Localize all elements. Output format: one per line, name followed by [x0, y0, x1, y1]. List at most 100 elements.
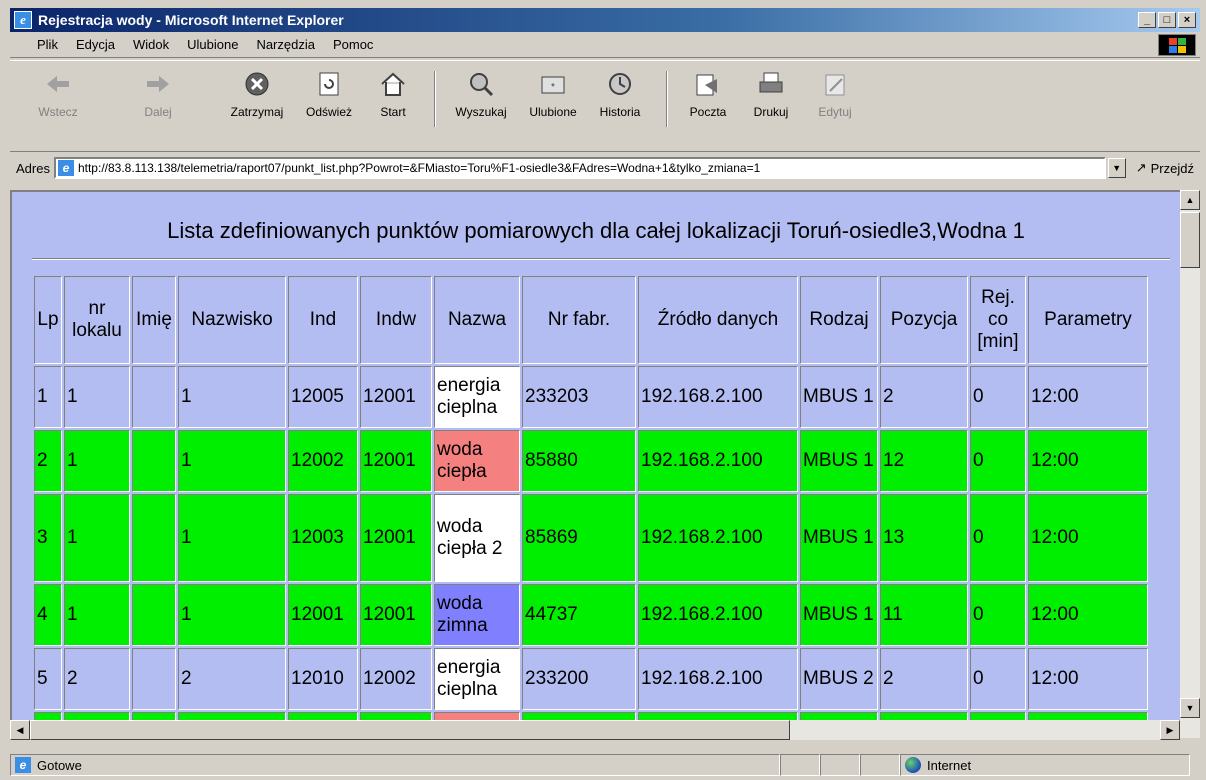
cell-imie	[132, 584, 176, 646]
go-button[interactable]: ↗ Przejdź	[1136, 160, 1194, 176]
stop-label: Zatrzymaj	[230, 105, 284, 119]
horizontal-scroll-thumb[interactable]	[30, 720, 790, 740]
mail-icon	[696, 74, 717, 96]
col-nazwisko: Nazwisko	[178, 276, 286, 364]
cell-nazwisko: 1	[178, 366, 286, 428]
cell-ind: 12002	[288, 430, 358, 492]
refresh-label: Odśwież	[305, 105, 352, 119]
cell-pozycja: 13	[880, 494, 968, 582]
cell-zrodlo: 192.168.2.100	[638, 584, 798, 646]
cell-lp: 5	[34, 648, 62, 710]
favorites-button[interactable]: * Ulubione	[520, 69, 586, 147]
cell-imie	[132, 430, 176, 492]
table-row: 5 2 2 12010 12002 energia cieplna 233200…	[34, 648, 1148, 710]
cell-ind: 12010	[288, 648, 358, 710]
maximize-button[interactable]: □	[1158, 12, 1176, 28]
cell-indw: 12002	[360, 648, 432, 710]
address-bar: Adres e http://83.8.113.138/telemetria/r…	[10, 153, 1200, 183]
address-url: http://83.8.113.138/telemetria/raport07/…	[77, 161, 761, 175]
cell-zrodlo: 192.168.2.100	[638, 494, 798, 582]
cell-lp: 3	[34, 494, 62, 582]
refresh-button[interactable]: Odśwież	[298, 69, 360, 147]
window-title: Rejestracja wody - Microsoft Internet Ex…	[38, 12, 344, 28]
status-text: Gotowe	[37, 757, 82, 773]
menu-widok[interactable]: Widok	[124, 37, 178, 52]
menu-plik[interactable]: Plik	[28, 37, 67, 52]
favorites-folder-icon: *	[541, 76, 565, 94]
col-parametry: Parametry	[1028, 276, 1148, 364]
go-label: Przejdź	[1150, 160, 1194, 176]
toolbar-separator	[434, 71, 436, 127]
cell-rej: 0	[970, 648, 1026, 710]
table-header-row: Lp nr lokalu Imię Nazwisko Ind Indw Nazw…	[34, 276, 1148, 364]
cell-ind: 12001	[288, 584, 358, 646]
svg-text:*: *	[551, 82, 555, 93]
col-indw: Indw	[360, 276, 432, 364]
minimize-button[interactable]: _	[1138, 12, 1156, 28]
favorites-label: Ulubione	[529, 105, 577, 119]
measurement-points-table: Lp nr lokalu Imię Nazwisko Ind Indw Nazw…	[32, 274, 1150, 738]
status-panel	[780, 754, 820, 776]
cell-zrodlo: 192.168.2.100	[638, 648, 798, 710]
toolbar: Wstecz Dalej Zatrzymaj Odśwież Start Wys…	[10, 60, 1200, 152]
back-button[interactable]: Wstecz	[30, 69, 86, 147]
vertical-scrollbar[interactable]: ▲ ▼	[1180, 190, 1200, 738]
back-arrow-icon	[47, 76, 69, 92]
forward-arrow-icon	[147, 76, 169, 92]
cell-lokal: 1	[64, 494, 130, 582]
menu-edycja[interactable]: Edycja	[67, 37, 124, 52]
menu-ulubione[interactable]: Ulubione	[178, 37, 247, 52]
cell-rej: 0	[970, 584, 1026, 646]
cell-rej: 0	[970, 366, 1026, 428]
cell-lokal: 2	[64, 648, 130, 710]
title-bar: e Rejestracja wody - Microsoft Internet …	[10, 8, 1200, 32]
cell-indw: 12001	[360, 494, 432, 582]
status-panel	[860, 754, 900, 776]
vertical-scroll-thumb[interactable]	[1180, 212, 1200, 268]
edit-button[interactable]: Edytuj	[810, 69, 860, 147]
close-button[interactable]: ×	[1178, 12, 1196, 28]
page-status-icon: e	[15, 757, 31, 773]
cell-rodzaj: MBUS 1	[800, 494, 878, 582]
table-row: 3 1 1 12003 12001 woda ciepła 2 85869 19…	[34, 494, 1148, 582]
printer-icon	[759, 72, 783, 93]
scroll-up-button[interactable]: ▲	[1180, 190, 1200, 210]
cell-parametry: 12:00	[1028, 430, 1148, 492]
mail-label: Poczta	[689, 105, 727, 119]
menu-pomoc[interactable]: Pomoc	[324, 37, 382, 52]
menu-narzedzia[interactable]: Narzędzia	[247, 37, 324, 52]
col-pozycja: Pozycja	[880, 276, 968, 364]
address-input[interactable]: e http://83.8.113.138/telemetria/raport0…	[53, 157, 1106, 179]
cell-imie	[132, 648, 176, 710]
history-button[interactable]: Historia	[590, 69, 650, 147]
address-label: Adres	[16, 160, 50, 176]
cell-rej: 0	[970, 430, 1026, 492]
scroll-right-button[interactable]: ▶	[1160, 720, 1180, 740]
cell-indw: 12001	[360, 430, 432, 492]
horizontal-scrollbar[interactable]: ◀ ▶	[10, 720, 1180, 740]
cell-nazwa: energia cieplna	[434, 648, 520, 710]
windows-logo-icon	[1158, 34, 1196, 56]
col-lp: Lp	[34, 276, 62, 364]
stop-icon	[245, 72, 269, 96]
search-label: Wyszukaj	[455, 105, 507, 119]
cell-nr-fabr: 233203	[522, 366, 636, 428]
scroll-left-button[interactable]: ◀	[10, 720, 30, 740]
forward-button[interactable]: Dalej	[130, 69, 186, 147]
table-row: 2 1 1 12002 12001 woda ciepła 85880 192.…	[34, 430, 1148, 492]
search-button[interactable]: Wyszukaj	[446, 69, 516, 147]
cell-nazwa: woda ciepła 2	[434, 494, 520, 582]
scroll-down-button[interactable]: ▼	[1180, 698, 1200, 718]
forward-label: Dalej	[144, 105, 172, 119]
home-label: Start	[380, 105, 406, 119]
mail-button[interactable]: Poczta	[680, 69, 736, 147]
cell-imie	[132, 366, 176, 428]
zone-label: Internet	[927, 757, 972, 773]
address-dropdown-button[interactable]: ▼	[1107, 158, 1126, 178]
cell-nazwa: energia cieplna	[434, 366, 520, 428]
cell-ind: 12005	[288, 366, 358, 428]
stop-button[interactable]: Zatrzymaj	[222, 69, 292, 147]
table-row: 4 1 1 12001 12001 woda zimna 44737 192.1…	[34, 584, 1148, 646]
home-button[interactable]: Start	[368, 69, 418, 147]
print-button[interactable]: Drukuj	[744, 69, 798, 147]
